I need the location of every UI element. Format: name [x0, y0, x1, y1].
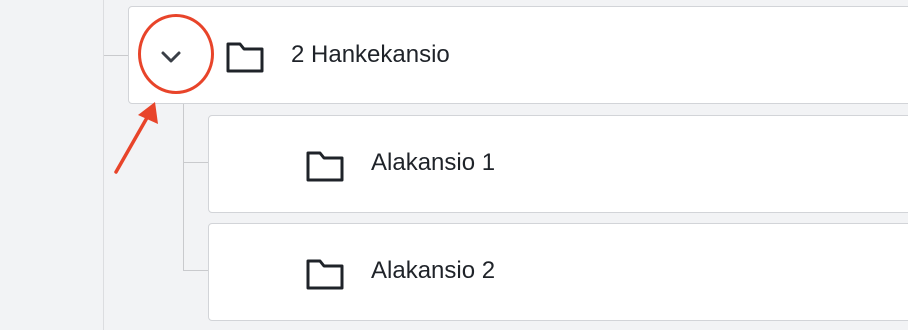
- chevron-down-icon: [161, 51, 181, 63]
- tree-connector-line: [183, 162, 208, 163]
- folder-tree-view: 2 Hankekansio Alakansio 1 Alakansio 2: [0, 0, 908, 330]
- tree-item-alakansio-1[interactable]: Alakansio 1: [208, 115, 908, 213]
- tree-item-label: 2 Hankekansio: [291, 41, 450, 68]
- tree-connector-line: [104, 55, 128, 56]
- folder-icon: [225, 40, 265, 74]
- tree-item-alakansio-2[interactable]: Alakansio 2: [208, 223, 908, 321]
- tree-item-label: Alakansio 1: [371, 149, 496, 176]
- expand-collapse-toggle[interactable]: [147, 33, 195, 81]
- tree-connector-line: [183, 270, 208, 271]
- annotation-arrow-icon: [114, 102, 158, 174]
- folder-icon: [305, 257, 345, 291]
- folder-icon: [305, 149, 345, 183]
- tree-item-label: Alakansio 2: [371, 257, 496, 284]
- pane-divider: [103, 0, 104, 330]
- tree-connector-line: [183, 104, 184, 270]
- tree-item-hankekansio[interactable]: 2 Hankekansio: [128, 6, 908, 104]
